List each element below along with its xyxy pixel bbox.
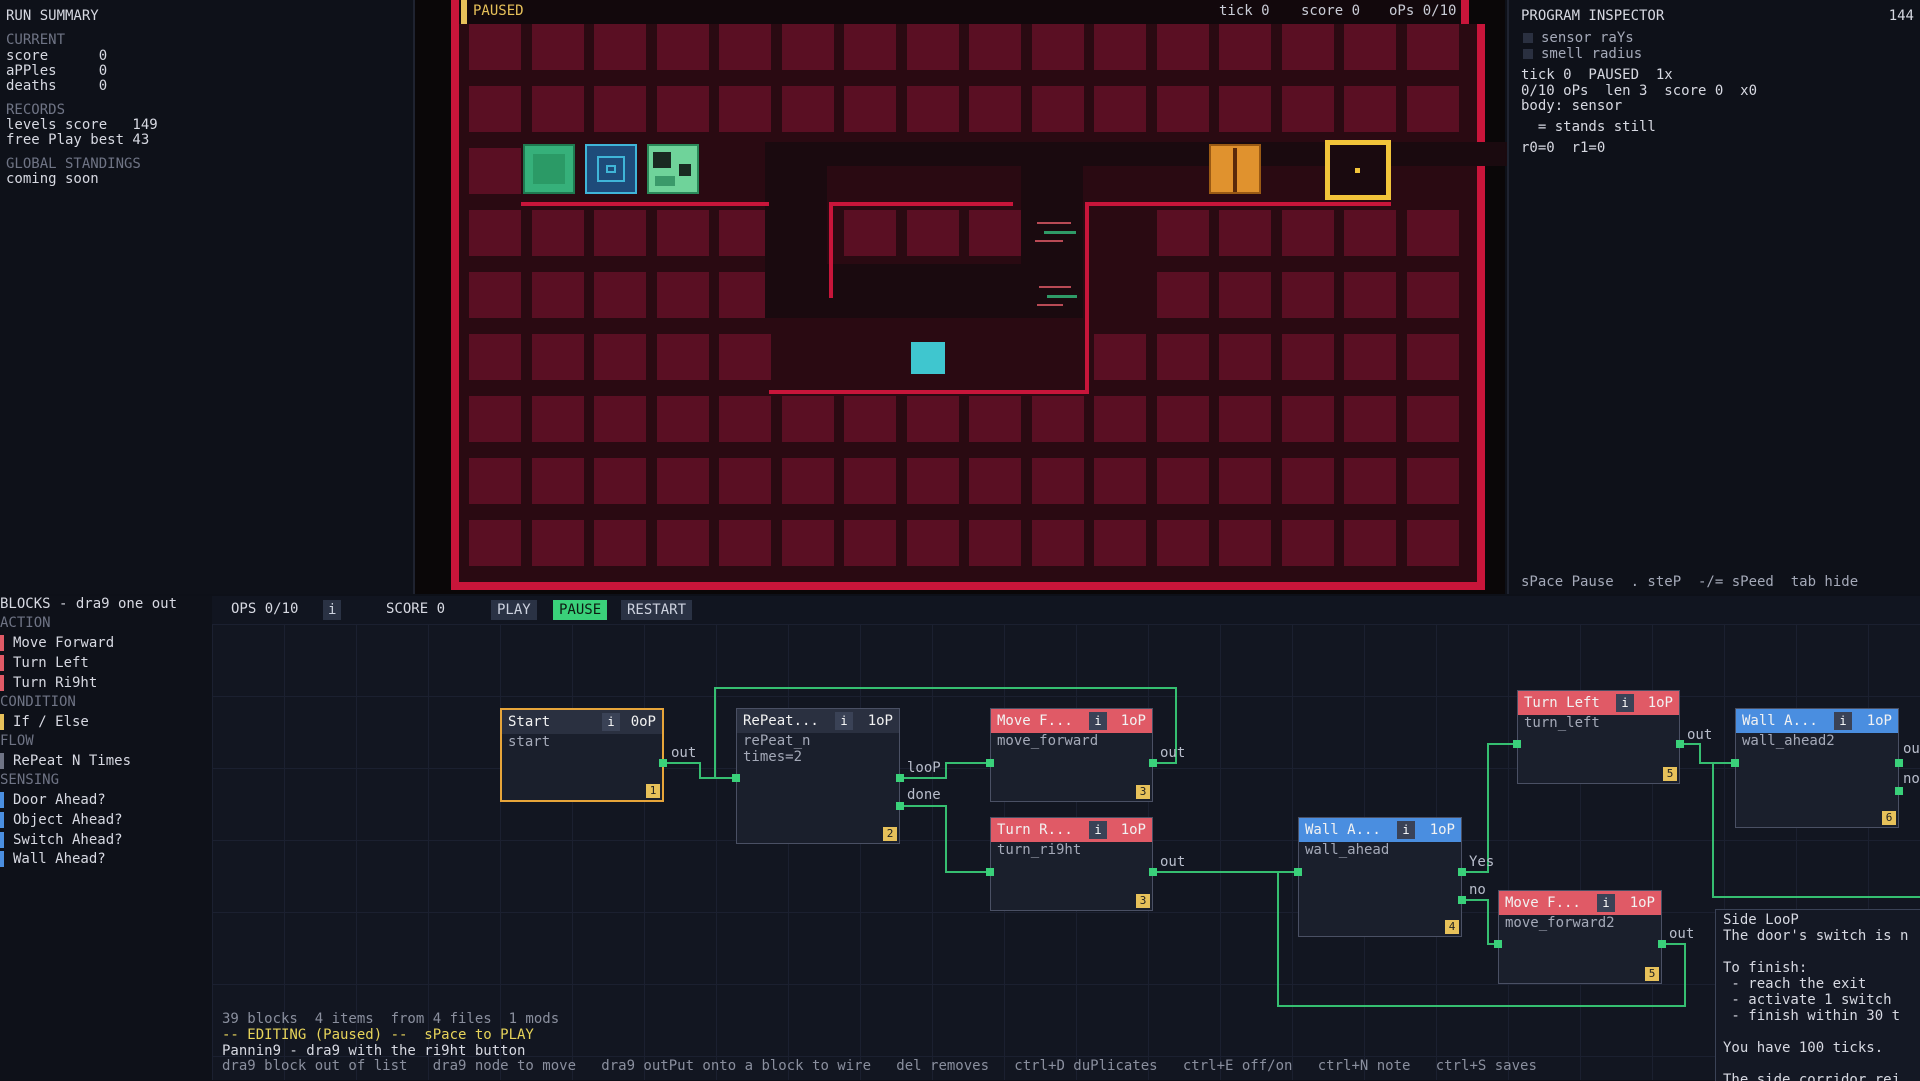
node-title: Move F... xyxy=(1505,895,1581,911)
node-title: Turn Left xyxy=(1524,695,1600,711)
output-port[interactable] xyxy=(659,759,667,767)
input-port[interactable] xyxy=(1294,868,1302,876)
port-label-out: out xyxy=(1687,727,1713,743)
node-title: Move F... xyxy=(997,713,1073,729)
output-port[interactable] xyxy=(896,802,904,810)
node-ops: 1oP xyxy=(1629,895,1655,911)
node-ops: 1oP xyxy=(1647,695,1673,711)
node-id: wall_ahead xyxy=(1305,842,1390,858)
wire-turnleft-wall2 xyxy=(1680,743,1735,764)
node-index: 5 xyxy=(1645,967,1659,981)
node-start[interactable]: Start i 0oP start 1 xyxy=(500,708,664,802)
node-info-button[interactable]: i xyxy=(835,712,853,730)
node-ops: 1oP xyxy=(1120,713,1146,729)
editing-status: -- EDITING (Paused) -- sPace to PLAY xyxy=(222,1027,534,1043)
port-label-done: done xyxy=(907,787,941,803)
node-info-button[interactable]: i xyxy=(602,713,620,731)
output-port[interactable] xyxy=(1676,740,1684,748)
note-side-loop[interactable]: Side LooP The door's switch is n To fini… xyxy=(1715,909,1920,1081)
node-index: 6 xyxy=(1882,811,1896,825)
port-label-yes: Yes xyxy=(1469,854,1495,870)
node-wall-ahead[interactable]: Wall A... i 1oP wall_ahead 4 xyxy=(1298,817,1462,937)
node-title: Turn R... xyxy=(997,822,1073,838)
node-id: turn_ri9ht xyxy=(997,842,1082,858)
output-port[interactable] xyxy=(1149,868,1157,876)
input-port[interactable] xyxy=(1513,740,1521,748)
node-index: 1 xyxy=(646,784,660,798)
node-move-forward-2[interactable]: Move F... i 1oP move_forward2 5 xyxy=(1498,890,1662,984)
wire-done-turnright xyxy=(901,805,990,873)
node-ops: 1oP xyxy=(1429,822,1455,838)
node-id: wall_ahead2 xyxy=(1742,733,1835,749)
node-index: 2 xyxy=(883,827,897,841)
input-port[interactable] xyxy=(1494,940,1502,948)
wire-start-repeat xyxy=(663,762,736,779)
output-port[interactable] xyxy=(1895,759,1903,767)
wire-yes-turnleft xyxy=(1462,743,1517,873)
port-label-out: out xyxy=(1160,745,1186,761)
node-repeat[interactable]: RePeat... i 1oP rePeat_n times=2 2 xyxy=(736,708,900,844)
output-port[interactable] xyxy=(1658,940,1666,948)
node-title: Wall A... xyxy=(1742,713,1818,729)
output-port[interactable] xyxy=(896,774,904,782)
input-port[interactable] xyxy=(1731,759,1739,767)
node-info-button[interactable]: i xyxy=(1089,821,1107,839)
node-turn-right[interactable]: Turn R... i 1oP turn_ri9ht 3 xyxy=(990,817,1153,911)
node-title: Wall A... xyxy=(1305,822,1381,838)
keyboard-help: dra9 block out of list dra9 node to move… xyxy=(222,1058,1537,1074)
node-info-button[interactable]: i xyxy=(1834,712,1852,730)
node-info-button[interactable]: i xyxy=(1597,894,1615,912)
node-id: rePeat_n times=2 xyxy=(743,733,811,765)
node-title: RePeat... xyxy=(743,713,819,729)
node-id: turn_left xyxy=(1524,715,1600,731)
port-label-out-cut: out xyxy=(1903,741,1920,757)
node-turn-left[interactable]: Turn Left i 1oP turn_left 5 xyxy=(1517,690,1680,784)
output-port[interactable] xyxy=(1458,896,1466,904)
node-id: start xyxy=(508,734,551,750)
node-index: 5 xyxy=(1663,767,1677,781)
node-wall-ahead-2[interactable]: Wall A... i 1oP wall_ahead2 6 xyxy=(1735,708,1899,828)
node-info-button[interactable]: i xyxy=(1616,694,1634,712)
port-label-out: out xyxy=(1669,926,1695,942)
stats-line: 39 blocks 4 items from 4 files 1 mods xyxy=(222,1011,560,1027)
input-port[interactable] xyxy=(732,774,740,782)
node-info-button[interactable]: i xyxy=(1089,712,1107,730)
note-body: The door's switch is n To finish: - reac… xyxy=(1723,928,1909,1081)
port-label-no-cut: no xyxy=(1903,771,1920,787)
input-port[interactable] xyxy=(986,759,994,767)
wire-no-move2 xyxy=(1462,899,1498,945)
output-port[interactable] xyxy=(1149,759,1157,767)
note-title: Side LooP xyxy=(1723,912,1799,928)
node-ops: 1oP xyxy=(1866,713,1892,729)
node-ops: 1oP xyxy=(867,713,893,729)
port-label-no: no xyxy=(1469,882,1486,898)
port-label-loop: looP xyxy=(907,760,941,776)
node-id: move_forward2 xyxy=(1505,915,1615,931)
node-move-forward[interactable]: Move F... i 1oP move_forward 3 xyxy=(990,708,1153,802)
panning-hint: Pannin9 - dra9 with the ri9ht button xyxy=(222,1043,526,1059)
input-port[interactable] xyxy=(986,868,994,876)
port-label-out: out xyxy=(671,745,697,761)
node-index: 4 xyxy=(1445,920,1459,934)
node-id: move_forward xyxy=(997,733,1099,749)
node-info-button[interactable]: i xyxy=(1397,821,1415,839)
output-port[interactable] xyxy=(1458,868,1466,876)
node-index: 3 xyxy=(1136,785,1150,799)
node-title: Start xyxy=(508,714,551,730)
node-ops: 0oP xyxy=(630,714,656,730)
output-port[interactable] xyxy=(1895,787,1903,795)
port-label-out: out xyxy=(1160,854,1186,870)
node-ops: 1oP xyxy=(1120,822,1146,838)
node-index: 3 xyxy=(1136,894,1150,908)
